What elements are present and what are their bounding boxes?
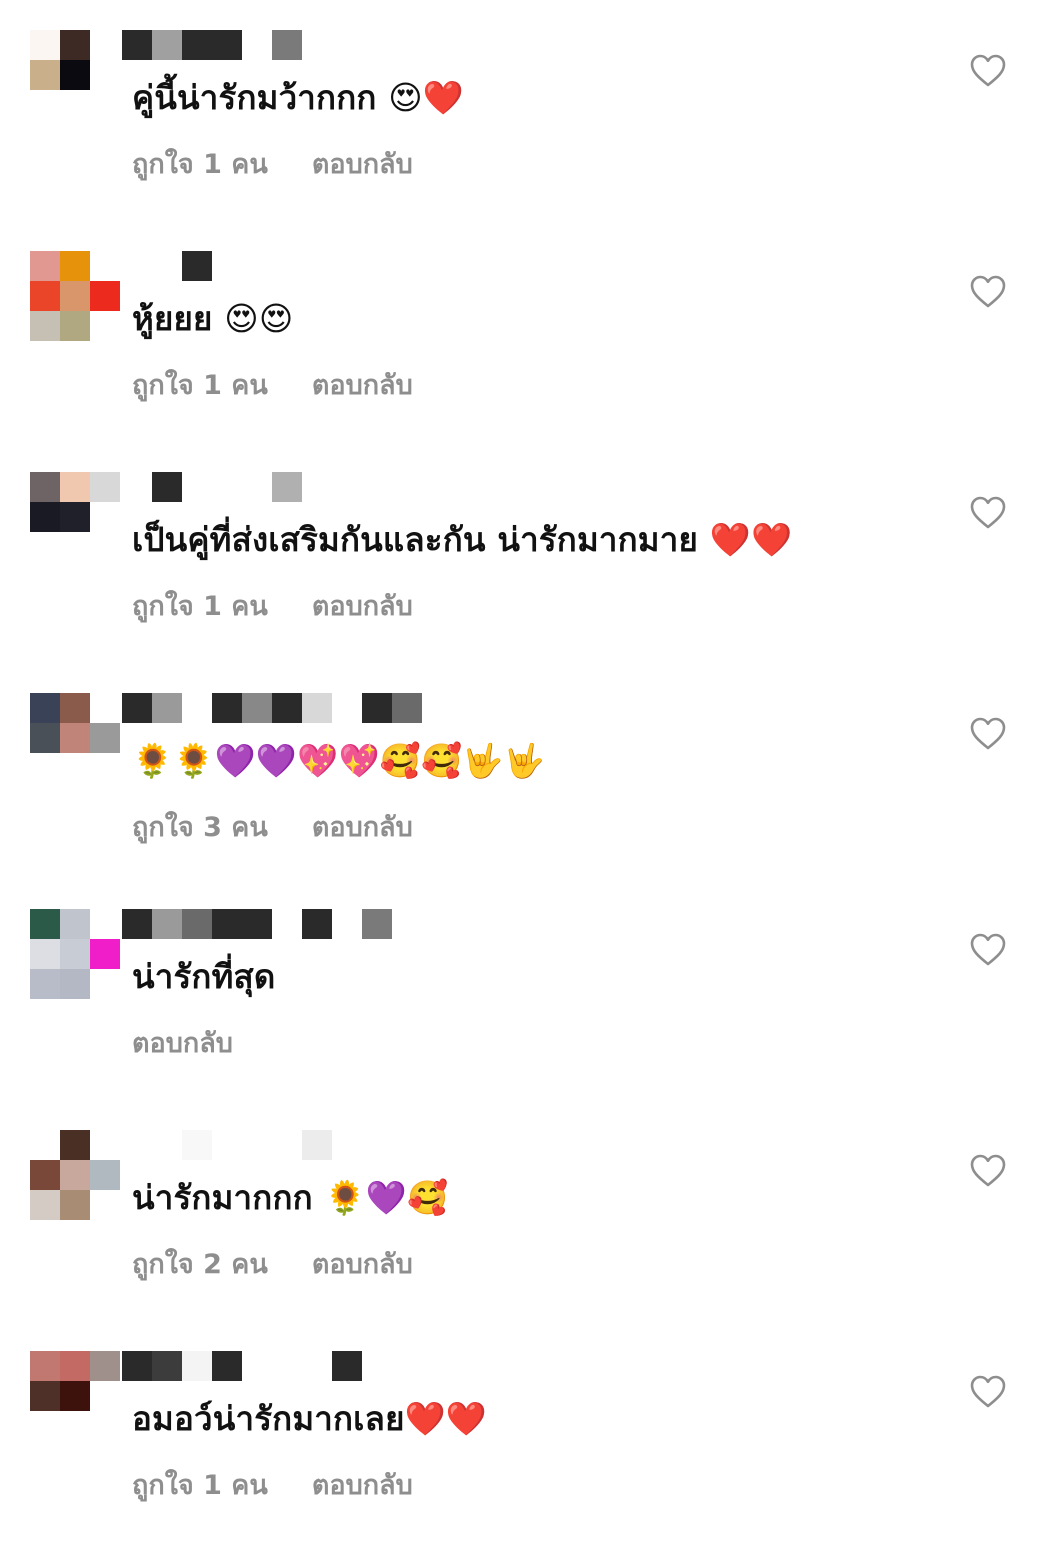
avatar[interactable] (30, 251, 122, 343)
comment-text: คู่นี้น่ารักมว้ากกก 😍❤️ (132, 78, 465, 117)
comment-item: คู่นี้น่ารักมว้ากกก 😍❤️ ถูกใจ 1 คน ตอบกลับ (0, 0, 1062, 221)
comment-item: เป็นคู่ที่ส่งเสริมกันและกัน น่ารักมากมาย… (0, 442, 1062, 663)
username[interactable] (122, 909, 392, 939)
heart-outline-icon[interactable] (970, 933, 1006, 967)
comment-text: น่ารักที่สุด (132, 957, 276, 996)
avatar[interactable] (30, 1130, 122, 1222)
comment-item: น่ารักมากกก 🌻💜🥰 ถูกใจ 2 คน ตอบกลับ (0, 1100, 1062, 1321)
like-count[interactable]: ถูกใจ 1 คน (132, 363, 268, 406)
comment-text: หู้ยยย 😍😍 (132, 299, 294, 338)
comment-text: อมอว์น่ารักมากเลย❤️❤️ (132, 1399, 488, 1438)
comment-text: 🌻🌻💜💜💖💖🥰🥰🤟🤟 (132, 741, 545, 780)
username[interactable] (122, 1351, 362, 1381)
comment-text: น่ารักมากกก 🌻💜🥰 (132, 1178, 449, 1217)
comment-item: หู้ยยย 😍😍 ถูกใจ 1 คน ตอบกลับ (0, 221, 1062, 442)
comment-meta: ถูกใจ 1 คน ตอบกลับ (132, 1463, 413, 1506)
reply-button[interactable]: ตอบกลับ (312, 584, 413, 627)
heart-outline-icon[interactable] (970, 717, 1006, 751)
comment-item: น่ารักที่สุดตอบกลับ (0, 879, 1062, 1100)
avatar[interactable] (30, 1351, 122, 1443)
comment-meta: ถูกใจ 3 คน ตอบกลับ (132, 805, 413, 848)
comment-meta: ถูกใจ 2 คน ตอบกลับ (132, 1242, 413, 1285)
heart-outline-icon[interactable] (970, 275, 1006, 309)
heart-outline-icon[interactable] (970, 496, 1006, 530)
username[interactable] (122, 1130, 332, 1160)
heart-outline-icon[interactable] (970, 54, 1006, 88)
avatar[interactable] (30, 472, 122, 564)
comment-meta: ตอบกลับ (132, 1021, 233, 1064)
comment-item: 🌻🌻💜💜💖💖🥰🥰🤟🤟 ถูกใจ 3 คน ตอบกลับ (0, 663, 1062, 884)
reply-button[interactable]: ตอบกลับ (132, 1021, 233, 1064)
reply-button[interactable]: ตอบกลับ (312, 142, 413, 185)
like-count[interactable]: ถูกใจ 1 คน (132, 142, 268, 185)
comment-item: อมอว์น่ารักมากเลย❤️❤️ ถูกใจ 1 คน ตอบกลับ (0, 1321, 1062, 1542)
heart-outline-icon[interactable] (970, 1375, 1006, 1409)
username[interactable] (122, 693, 422, 723)
username[interactable] (122, 30, 302, 60)
comment-text: เป็นคู่ที่ส่งเสริมกันและกัน น่ารักมากมาย… (132, 520, 793, 559)
like-count[interactable]: ถูกใจ 1 คน (132, 584, 268, 627)
username[interactable] (122, 251, 212, 281)
avatar[interactable] (30, 693, 122, 785)
like-count[interactable]: ถูกใจ 1 คน (132, 1463, 268, 1506)
comment-meta: ถูกใจ 1 คน ตอบกลับ (132, 142, 413, 185)
like-count[interactable]: ถูกใจ 3 คน (132, 805, 268, 848)
comment-meta: ถูกใจ 1 คน ตอบกลับ (132, 584, 413, 627)
avatar[interactable] (30, 909, 122, 1001)
reply-button[interactable]: ตอบกลับ (312, 1242, 413, 1285)
reply-button[interactable]: ตอบกลับ (312, 1463, 413, 1506)
avatar[interactable] (30, 30, 122, 122)
comment-meta: ถูกใจ 1 คน ตอบกลับ (132, 363, 413, 406)
like-count[interactable]: ถูกใจ 2 คน (132, 1242, 268, 1285)
reply-button[interactable]: ตอบกลับ (312, 805, 413, 848)
username[interactable] (122, 472, 302, 502)
reply-button[interactable]: ตอบกลับ (312, 363, 413, 406)
heart-outline-icon[interactable] (970, 1154, 1006, 1188)
